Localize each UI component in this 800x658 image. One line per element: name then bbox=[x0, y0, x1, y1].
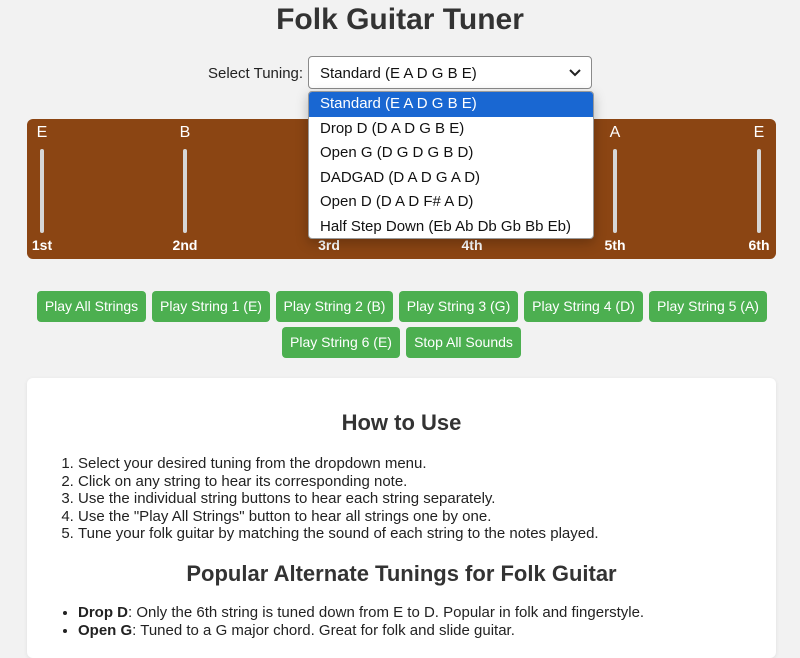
string-number: 2nd bbox=[172, 237, 198, 253]
play-all-strings-button[interactable]: Play All Strings bbox=[37, 291, 146, 322]
list-item: Use the "Play All Strings" button to hea… bbox=[78, 508, 599, 526]
tuning-option-dadgad[interactable]: DADGAD (D A D G A D) bbox=[309, 166, 593, 191]
play-string-4-button[interactable]: Play String 4 (D) bbox=[524, 291, 643, 322]
list-item: Click on any string to hear its correspo… bbox=[78, 473, 599, 491]
string-2[interactable]: B 2nd bbox=[165, 119, 205, 259]
page-title: Folk Guitar Tuner bbox=[276, 3, 524, 36]
play-string-5-button[interactable]: Play String 5 (A) bbox=[649, 291, 767, 322]
tuning-selector-row: Select Tuning: Standard (E A D G B E) bbox=[0, 56, 800, 91]
play-string-3-button[interactable]: Play String 3 (G) bbox=[399, 291, 518, 322]
list-item: Select your desired tuning from the drop… bbox=[78, 455, 599, 473]
string-6[interactable]: E 6th bbox=[739, 119, 779, 259]
stop-all-sounds-button[interactable]: Stop All Sounds bbox=[406, 327, 521, 358]
tuning-select-value: Standard (E A D G B E) bbox=[320, 65, 477, 82]
tuning-option-open-g[interactable]: Open G (D G D G B D) bbox=[309, 141, 593, 166]
list-item: Drop D: Only the 6th string is tuned dow… bbox=[78, 604, 644, 622]
string-number: 6th bbox=[748, 237, 770, 253]
tuning-option-drop-d[interactable]: Drop D (D A D G B E) bbox=[309, 117, 593, 142]
tuning-name: Open G bbox=[78, 621, 133, 639]
tuning-dropdown-list: Standard (E A D G B E) Drop D (D A D G B… bbox=[308, 91, 594, 239]
string-note: A bbox=[609, 124, 621, 141]
string-line bbox=[183, 149, 187, 233]
string-number: 3rd bbox=[318, 237, 340, 253]
how-to-steps: Select your desired tuning from the drop… bbox=[62, 455, 599, 543]
string-number: 1st bbox=[31, 237, 53, 253]
play-string-2-button[interactable]: Play String 2 (B) bbox=[276, 291, 393, 322]
list-item: Open G: Tuned to a G major chord. Great … bbox=[78, 622, 644, 640]
play-string-6-button[interactable]: Play String 6 (E) bbox=[282, 327, 400, 358]
string-line bbox=[40, 149, 44, 233]
tuning-select[interactable]: Standard (E A D G B E) bbox=[308, 56, 592, 89]
string-line bbox=[757, 149, 761, 233]
string-note: B bbox=[179, 124, 191, 141]
tuning-label: Select Tuning: bbox=[208, 65, 304, 82]
how-to-use-heading: How to Use bbox=[341, 410, 462, 435]
chevron-down-icon bbox=[569, 69, 581, 77]
string-number: 4th bbox=[461, 237, 483, 253]
tuning-name: Drop D bbox=[78, 604, 128, 621]
info-card: How to Use Select your desired tuning fr… bbox=[27, 378, 776, 658]
string-note: E bbox=[36, 124, 48, 141]
list-item: Tune your folk guitar by matching the so… bbox=[78, 525, 599, 543]
string-5[interactable]: A 5th bbox=[595, 119, 635, 259]
string-1[interactable]: E 1st bbox=[22, 119, 62, 259]
list-item: Use the individual string buttons to hea… bbox=[78, 490, 599, 508]
tuning-option-open-d[interactable]: Open D (D A D F# A D) bbox=[309, 190, 593, 215]
tuning-option-standard[interactable]: Standard (E A D G B E) bbox=[309, 92, 593, 117]
play-string-1-button[interactable]: Play String 1 (E) bbox=[152, 291, 270, 322]
tuning-description: : Tuned to a G major chord. Great for fo… bbox=[132, 621, 515, 639]
tuning-option-half-step-down[interactable]: Half Step Down (Eb Ab Db Gb Bb Eb) bbox=[309, 215, 593, 238]
string-note: E bbox=[753, 124, 765, 141]
tuning-description: : Only the 6th string is tuned down from… bbox=[128, 604, 645, 621]
alternate-tunings-heading: Popular Alternate Tunings for Folk Guita… bbox=[186, 561, 617, 586]
string-line bbox=[613, 149, 617, 233]
string-number: 5th bbox=[604, 237, 626, 253]
